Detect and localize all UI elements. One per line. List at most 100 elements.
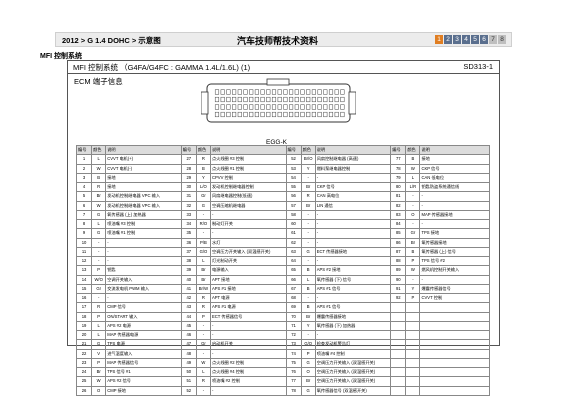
pin-table: 编号 颜色 说明 编号 颜色 说明 编号 颜色 说明 编号 颜色 说明 1 L CVVT 电机(+) 27 R…	[75, 144, 490, 396]
pin-description: 钥匙	[105, 265, 182, 276]
pin-number: 82	[390, 200, 407, 211]
wire-color: G	[300, 246, 316, 258]
column-header: 编号	[75, 144, 93, 156]
pin-description: APT 接地	[209, 274, 287, 285]
pin-number: 52	[180, 385, 197, 396]
pin-description: -	[419, 200, 490, 211]
pin-description: 空调压缩机继电器	[209, 200, 287, 211]
wire-color: Y	[300, 320, 316, 332]
connector-pin	[283, 96, 288, 103]
pin-description: -	[419, 274, 490, 285]
page-button-1[interactable]: 1	[435, 35, 443, 44]
pin-number: 1	[75, 154, 93, 165]
wire-color: Gr	[405, 228, 421, 239]
pin-description: CKP 信号	[419, 163, 490, 174]
pin-number: 20	[75, 329, 93, 341]
page-button-7[interactable]: 7	[489, 35, 497, 44]
connector-pin	[334, 89, 339, 95]
connector-pin	[323, 104, 328, 110]
column-header: 颜色	[91, 144, 107, 156]
connector-pin	[328, 96, 334, 103]
pin-description: CAN 低电位	[419, 172, 490, 184]
wire-color: P	[91, 265, 107, 276]
pin-number: 73	[285, 339, 302, 350]
wire-color: -	[91, 246, 107, 258]
connector-pin	[289, 104, 294, 110]
connector-drawing	[201, 78, 356, 123]
page-title: 汽车技师帮技术资料	[237, 36, 319, 46]
pin-number: 35	[180, 228, 197, 239]
pin-description: 喷油嘴 #3 控制	[105, 218, 182, 230]
pin-description: MAP 传感器电源	[105, 329, 182, 341]
pin-description: 燃风机控制开关输入	[419, 265, 490, 276]
pin-number: 15	[75, 283, 93, 295]
frame-title: MFI 控制系统 （G4FA/G4FC : GAMMA 1.4L/1.6L) (…	[73, 63, 251, 72]
pin-description: 制动灯开关	[209, 218, 287, 230]
column-header: 说明	[314, 144, 392, 156]
wire-color: -	[300, 255, 316, 267]
pin-number: 45	[180, 320, 197, 332]
wire-color: -	[195, 348, 211, 359]
breadcrumb[interactable]: 2012 > G 1.4 DOHC > 示意图	[62, 35, 161, 46]
pin-number: 25	[75, 376, 93, 387]
pin-description: 氧传感器接地	[419, 237, 490, 248]
pin-description: APS #1 电源	[209, 302, 287, 313]
page-button-3[interactable]: 3	[453, 35, 461, 44]
pin-description: 喷油嘴 #4 控制	[314, 348, 392, 359]
pin-number: 42	[180, 292, 197, 304]
pin-description: 点火线圈 #4 控制	[209, 366, 287, 378]
pin-description: 接地	[105, 172, 182, 184]
table-row: 25 W APS #2 信号 51 R 喷油嘴 #2 控制 77 Br 空调压力开关输入 (双温…	[75, 376, 490, 387]
pin-description: 喷油嘴 #1 控制	[105, 228, 182, 239]
connector-pin	[226, 89, 231, 95]
column-header: 颜色	[405, 144, 421, 156]
connector-pin	[283, 111, 288, 118]
connector-pin	[300, 89, 305, 95]
connector-pin	[294, 89, 299, 95]
connector-pin	[311, 111, 316, 118]
column-header: 颜色	[300, 144, 316, 156]
connector-pin	[254, 111, 259, 118]
pin-number: 61	[285, 228, 302, 239]
page-button-2[interactable]: 2	[444, 35, 452, 44]
pin-number: 29	[180, 172, 197, 184]
pin-number: 89	[390, 265, 407, 276]
page-button-4[interactable]: 4	[462, 35, 470, 44]
page-button-5[interactable]: 5	[471, 35, 479, 44]
pin-number: 75	[285, 357, 302, 369]
connector-pin	[334, 96, 339, 103]
pin-description	[419, 329, 490, 341]
frame-header: MFI 控制系统 （G4FA/G4FC : GAMMA 1.4L/1.6L) (…	[68, 61, 499, 74]
wire-color: R	[195, 302, 211, 313]
table-row: 11- -37 G/O 空调压力开关输入 (双温感开关) 63 G ECT 传感器接地 87 B…	[75, 246, 490, 258]
wire-color: G/O	[195, 246, 211, 258]
pin-description: 进气温度输入	[105, 348, 182, 359]
pin-number: 92	[390, 292, 407, 304]
pin-number	[390, 339, 407, 350]
pin-number	[390, 320, 407, 332]
connector-pin	[249, 111, 254, 118]
wire-color	[405, 311, 421, 322]
pin-number: 79	[390, 172, 407, 184]
table-row: 18 P ON/START 输入 44 P ECT 传感器信号 70 Br 爆震传感器接地	[75, 311, 490, 322]
page-button-6[interactable]: 6	[480, 35, 488, 44]
pin-description: ECT 传感器信号	[209, 311, 287, 322]
pin-number: 78	[285, 385, 302, 396]
wire-color: G	[91, 209, 107, 221]
pin-description: 钥匙防盗系统通信线	[419, 181, 490, 193]
wire-color: W	[405, 163, 421, 174]
wire-color	[405, 376, 421, 387]
wire-color: L	[405, 172, 421, 184]
pin-description: MAP 传感器信号	[105, 357, 182, 369]
pin-number: 77	[390, 154, 407, 165]
pin-description: APS #1 信号	[314, 283, 392, 295]
wire-color: P	[300, 348, 316, 359]
connector-pin	[260, 89, 265, 95]
wire-color: L	[300, 274, 316, 285]
table-row: 7 G 氧传感器 (上) 加热器 33- -58- -83 O MAP 传感器接地	[75, 209, 490, 221]
page-button-8[interactable]: 8	[498, 35, 506, 44]
table-header-row: 编号 颜色 说明 编号 颜色 说明 编号 颜色 说明 编号 颜色 说明	[75, 144, 490, 156]
wire-color: Br	[300, 181, 316, 193]
pin-description: TPS 信号 #1	[105, 366, 182, 378]
connector-pin	[214, 89, 220, 95]
